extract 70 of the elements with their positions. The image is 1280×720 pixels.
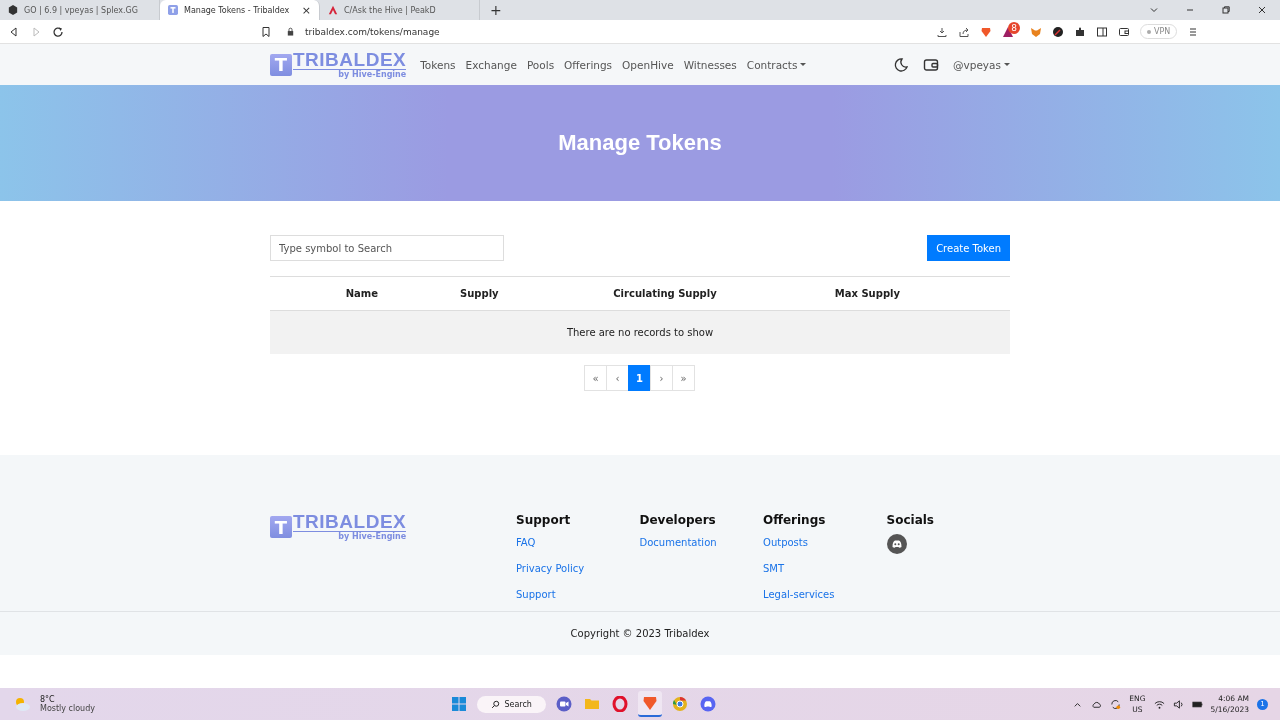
sync-icon[interactable] — [1110, 698, 1122, 710]
speaker-icon[interactable] — [1172, 698, 1184, 710]
footer-link[interactable]: Support — [516, 586, 556, 603]
page-title: Manage Tokens — [558, 130, 722, 156]
footer-link[interactable]: Outposts — [763, 534, 808, 551]
logo-byline: by Hive-Engine — [338, 532, 407, 541]
peak-icon — [328, 5, 338, 15]
close-icon[interactable] — [1257, 5, 1267, 15]
close-tab-button[interactable]: × — [301, 3, 311, 17]
copyright: Copyright © 2023 Tribaldex — [570, 628, 710, 639]
logo-byline: by Hive-Engine — [338, 69, 407, 79]
user-menu[interactable]: @vpeyas — [953, 58, 1010, 71]
sidebar-icon[interactable] — [1096, 25, 1108, 38]
discord-icon[interactable] — [886, 534, 907, 554]
column-header: Circulating Supply — [612, 288, 718, 299]
new-tab-button[interactable]: + — [480, 0, 512, 20]
footer-heading: Developers — [639, 513, 716, 527]
nav-link[interactable]: OpenHive — [622, 58, 674, 71]
column-header: Name — [344, 288, 379, 299]
search-icon — [491, 699, 501, 709]
wallet-icon[interactable] — [1118, 25, 1130, 38]
fox-icon[interactable] — [1030, 25, 1042, 38]
footer-link[interactable]: Privacy Policy — [516, 560, 585, 577]
column-header: Supply — [460, 288, 500, 299]
video-chat-icon[interactable] — [555, 696, 572, 712]
nav-link[interactable]: Exchange — [465, 58, 517, 71]
lock-icon — [286, 27, 295, 36]
bookmark-icon[interactable] — [260, 25, 272, 38]
discord-icon[interactable] — [699, 696, 716, 712]
chevron-icon[interactable] — [1149, 5, 1159, 15]
column-header: Max Supply — [833, 288, 901, 299]
browser-tab[interactable]: Manage Tokens - Tribaldex × — [160, 0, 320, 20]
wifi-icon[interactable] — [1153, 698, 1165, 710]
weather-temperature: 8°C — [40, 695, 56, 704]
logo-icon — [168, 5, 178, 15]
reload-icon[interactable] — [52, 25, 64, 38]
search-field[interactable]: Type symbol to Search — [270, 235, 504, 261]
page-button[interactable]: « — [584, 365, 607, 391]
footer-link[interactable]: Legal-services — [763, 586, 835, 603]
create-token-button[interactable]: Create Token — [927, 235, 1010, 261]
nav-link[interactable]: Contracts — [746, 58, 807, 71]
page-button[interactable]: 1 — [628, 365, 651, 391]
nav-link[interactable]: Witnesses — [683, 58, 737, 71]
windows-icon[interactable] — [451, 696, 468, 712]
nav-link[interactable]: Offerings — [564, 58, 613, 71]
restore-icon[interactable] — [1221, 5, 1231, 15]
rewards-badge: 8 — [1008, 21, 1020, 34]
taskbar-search[interactable]: Search — [477, 695, 546, 713]
footer-heading: Socials — [886, 513, 934, 527]
back-icon[interactable] — [8, 25, 20, 38]
page-button[interactable]: › — [650, 365, 673, 391]
address-bar[interactable]: tribaldex.com/tokens/manage 8 — [282, 21, 1020, 42]
footer-link[interactable]: Documentation — [639, 534, 717, 551]
footer-heading: Offerings — [763, 513, 826, 527]
nav-link[interactable]: Pools — [526, 58, 555, 71]
moon-icon[interactable] — [893, 56, 910, 73]
page-button[interactable]: » — [672, 365, 695, 391]
empty-message: There are no records to show — [566, 327, 714, 338]
download-icon[interactable] — [936, 25, 948, 38]
nav-link[interactable]: Tokens — [420, 58, 456, 71]
footer-link[interactable]: FAQ — [516, 534, 536, 551]
hexagon-icon — [8, 5, 18, 15]
share-icon[interactable] — [958, 25, 970, 38]
opera-icon[interactable] — [611, 696, 628, 712]
chrome-icon[interactable] — [671, 696, 688, 712]
weather-condition: Mostly cloudy — [40, 704, 95, 713]
footer-link[interactable]: SMT — [763, 560, 785, 577]
wallet-icon[interactable] — [923, 56, 940, 73]
lion-taskbar-button[interactable] — [637, 691, 662, 717]
footer-heading: Support — [516, 513, 571, 527]
